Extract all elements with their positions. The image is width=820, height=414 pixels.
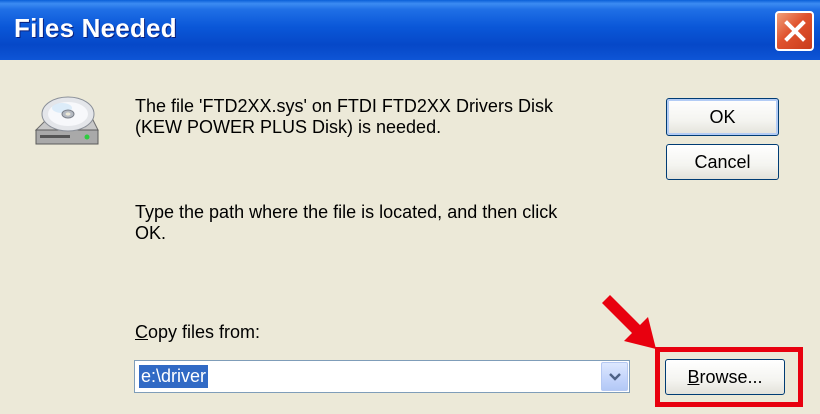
message-text: The file 'FTD2XX.sys' on FTDI FTD2XX Dri… <box>135 96 635 138</box>
instruction-line-1: Type the path where the file is located,… <box>135 202 558 222</box>
message-line-2: (KEW POWER PLUS Disk) is needed. <box>135 117 442 137</box>
ok-button[interactable]: OK <box>666 98 779 136</box>
dropdown-button[interactable] <box>601 362 628 391</box>
copy-files-accel: C <box>135 322 148 342</box>
path-input-value[interactable]: e:\driver <box>139 365 209 388</box>
red-arrow-icon <box>602 295 656 349</box>
cancel-button[interactable]: Cancel <box>666 144 779 180</box>
message-line-1: The file 'FTD2XX.sys' on FTDI FTD2XX Dri… <box>135 96 553 116</box>
window-title: Files Needed <box>14 13 177 43</box>
instruction-line-2: OK. <box>135 223 167 243</box>
close-button[interactable] <box>775 11 814 51</box>
cd-drive-icon <box>34 96 99 145</box>
chevron-down-icon <box>609 373 621 381</box>
copy-files-combobox[interactable]: e:\driver <box>134 360 630 393</box>
copy-files-label-rest: opy files from: <box>148 322 261 342</box>
instruction-text: Type the path where the file is located,… <box>135 202 635 244</box>
title-bar: Files Needed <box>0 0 820 60</box>
close-icon <box>784 20 806 42</box>
copy-files-label: Copy files from: <box>135 322 260 343</box>
browse-highlight-box <box>655 347 803 407</box>
